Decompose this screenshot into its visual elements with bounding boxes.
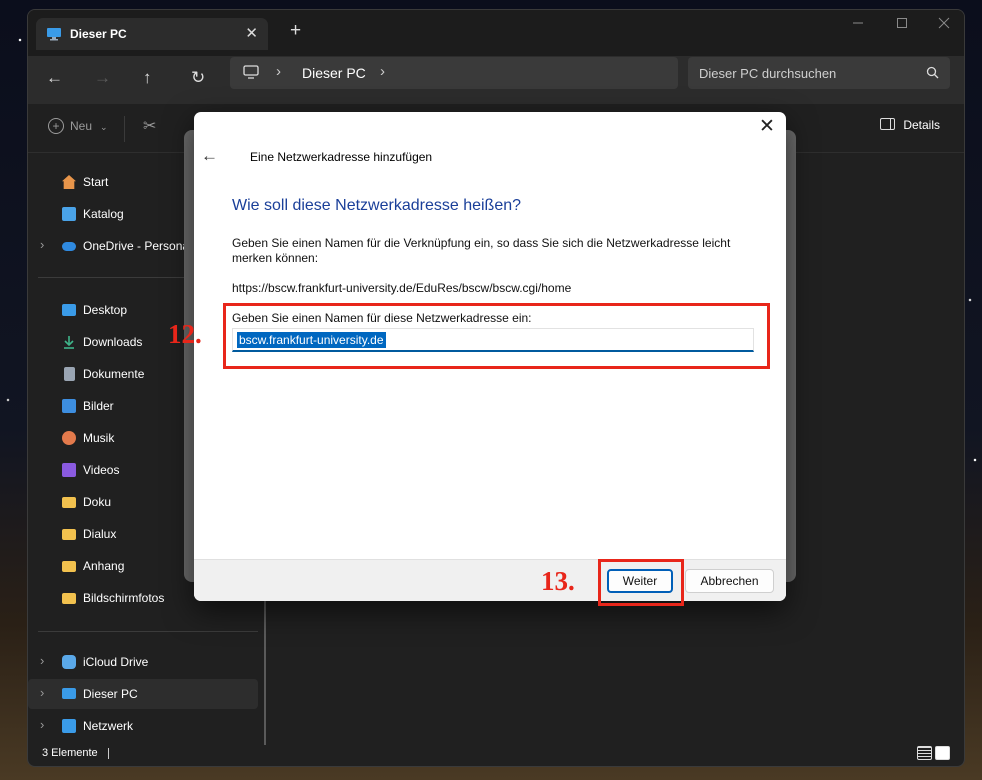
chevron-right-icon[interactable]: ›	[40, 717, 44, 732]
plus-circle-icon: +	[48, 118, 64, 134]
maximize-icon[interactable]	[896, 16, 908, 32]
chevron-right-icon[interactable]: ›	[40, 653, 44, 668]
details-label: Details	[903, 118, 940, 132]
monitor-icon	[62, 688, 76, 699]
cloud-icon	[62, 242, 76, 251]
download-icon	[62, 335, 76, 349]
sidebar-item-label: Bildschirmfotos	[83, 591, 165, 605]
chevron-right-icon[interactable]: ›	[40, 685, 44, 700]
icloud-icon	[62, 655, 76, 669]
sidebar-item-dieser-pc[interactable]: › Dieser PC	[28, 679, 258, 709]
chevron-down-icon: ⌄	[100, 122, 108, 132]
sidebar-item-label: Dokumente	[83, 367, 145, 381]
tab-title: Dieser PC	[70, 27, 127, 41]
annotation-step-13: 13.	[541, 566, 575, 596]
new-label: Neu	[70, 119, 93, 133]
sidebar-item-icloud-drive[interactable]: › iCloud Drive	[28, 647, 258, 677]
sidebar-item-label: OneDrive - Persona	[83, 239, 190, 253]
forward-icon[interactable]: →	[94, 68, 111, 88]
navigation-bar: ← → ↑ ↻ › Dieser PC › Dieser PC durchsuc…	[28, 56, 964, 104]
gallery-icon	[62, 207, 76, 221]
dialog-description: Geben Sie einen Namen für die Verknüpfun…	[232, 236, 731, 265]
new-tab-button[interactable]: +	[290, 20, 301, 42]
new-button[interactable]: + Neu ⌄	[48, 118, 108, 134]
home-icon	[62, 175, 76, 189]
dialog-title: Eine Netzwerkadresse hinzufügen	[250, 150, 433, 164]
back-icon[interactable]: ←	[46, 68, 63, 88]
folder-icon	[62, 497, 76, 508]
sidebar-item-label: Desktop	[83, 303, 128, 317]
cancel-button[interactable]: Abbrechen	[685, 569, 774, 593]
tab-dieser-pc[interactable]: Dieser PC ✕	[36, 18, 268, 50]
minimize-icon[interactable]	[852, 16, 864, 32]
title-bar: Dieser PC ✕ +	[28, 10, 964, 56]
tiles-view-icon[interactable]	[935, 746, 950, 760]
folder-icon	[62, 561, 76, 572]
back-arrow-icon[interactable]: ←	[201, 146, 218, 166]
annotation-box-step-13	[598, 559, 684, 606]
close-tab-icon[interactable]: ✕	[245, 24, 258, 42]
sidebar-item-label: Dialux	[83, 527, 117, 541]
search-placeholder: Dieser PC durchsuchen	[699, 66, 837, 81]
dialog-heading: Wie soll diese Netzwerkadresse heißen?	[232, 197, 522, 214]
annotation-step-12: 12.	[168, 319, 202, 349]
chevron-right-icon[interactable]: ›	[380, 63, 385, 80]
network-icon	[62, 719, 76, 733]
address-bar[interactable]: › Dieser PC ›	[230, 57, 678, 89]
sidebar-item-label: Dieser PC	[83, 687, 138, 701]
annotation-box-step-12	[223, 303, 770, 369]
sidebar-item-label: Anhang	[83, 559, 125, 573]
folder-icon	[62, 529, 76, 540]
sidebar-item-netzwerk[interactable]: › Netzwerk	[28, 711, 258, 741]
sidebar-item-label: Doku	[83, 495, 112, 509]
sidebar-item-label: Start	[83, 175, 109, 189]
details-button[interactable]: Details	[880, 118, 940, 132]
status-bar: 3 Elemente	[28, 740, 964, 766]
close-window-icon[interactable]	[938, 16, 950, 32]
breadcrumb-location[interactable]: Dieser PC	[302, 65, 366, 81]
search-icon[interactable]	[926, 66, 939, 82]
desktop-icon	[62, 304, 76, 316]
network-url: https://bscw.frankfurt-university.de/Edu…	[232, 281, 572, 295]
details-pane-icon	[880, 118, 896, 130]
cut-icon[interactable]: ✂	[143, 116, 156, 136]
details-view-icon[interactable]	[917, 746, 932, 760]
sidebar-item-label: Netzwerk	[83, 719, 134, 733]
search-box[interactable]: Dieser PC durchsuchen	[688, 57, 950, 89]
sidebar-item-label: iCloud Drive	[83, 655, 149, 669]
folder-icon	[62, 593, 76, 604]
refresh-icon[interactable]: ↻	[191, 68, 205, 88]
document-icon	[64, 367, 75, 381]
sidebar-divider	[38, 631, 258, 632]
picture-icon	[62, 399, 76, 413]
sidebar-item-label: Downloads	[83, 335, 143, 349]
music-icon	[62, 431, 76, 445]
monitor-outline-icon	[243, 65, 259, 83]
divider	[108, 748, 109, 759]
item-count: 3 Elemente	[42, 747, 98, 759]
sidebar-item-label: Bilder	[83, 399, 114, 413]
dialog-footer: Weiter Abbrechen	[194, 559, 786, 601]
divider	[124, 116, 125, 142]
chevron-right-icon[interactable]: ›	[40, 237, 44, 252]
sidebar-item-label: Musik	[83, 431, 115, 445]
up-icon[interactable]: ↑	[143, 68, 152, 88]
video-icon	[62, 463, 76, 477]
sidebar-item-label: Katalog	[83, 207, 124, 221]
chevron-right-icon[interactable]: ›	[276, 63, 281, 80]
close-icon[interactable]: ✕	[754, 116, 780, 138]
monitor-icon	[46, 27, 62, 44]
sidebar-item-label: Videos	[83, 463, 120, 477]
